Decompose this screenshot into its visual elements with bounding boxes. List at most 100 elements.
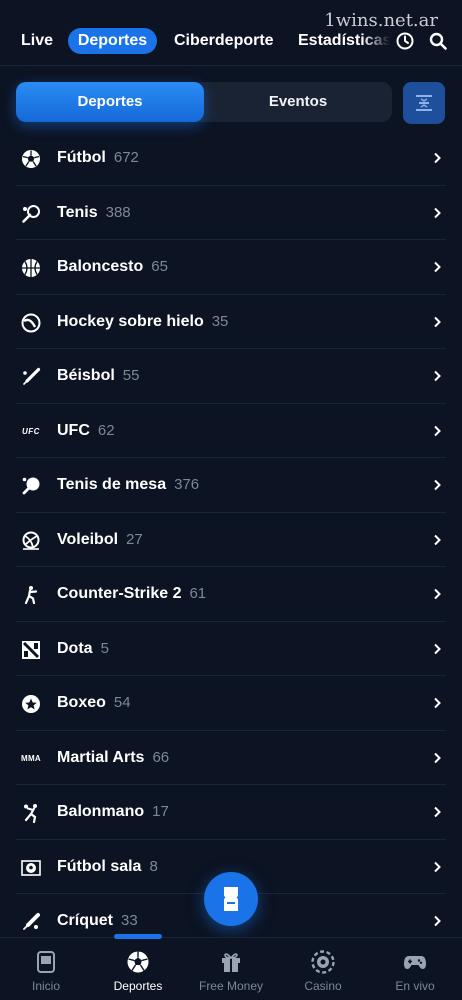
- sport-name: Béisbol 55: [57, 367, 140, 384]
- clock-icon[interactable]: [396, 32, 414, 50]
- sport-name: Martial Arts 66: [57, 748, 170, 766]
- home-phone-icon: [37, 951, 55, 973]
- nav-label: Casino: [304, 979, 342, 993]
- sport-count: 61: [189, 585, 207, 602]
- sport-count: 8: [149, 857, 158, 875]
- sport-name: Hockey sobre hielo 35: [57, 312, 229, 330]
- futsal-icon: [20, 857, 42, 879]
- sport-row-counter-strike[interactable]: Counter-Strike 2 61: [16, 567, 446, 622]
- nav-free-money[interactable]: Free Money: [185, 938, 277, 1000]
- nav-label: Inicio: [31, 979, 60, 993]
- chevron-right-icon: [434, 370, 441, 382]
- sport-name: Boxeo 54: [57, 694, 131, 711]
- hockey-puck-icon: [20, 312, 42, 334]
- segment-eventos[interactable]: Eventos: [204, 82, 392, 122]
- basketball-icon: [20, 257, 42, 279]
- baseball-bat-icon: [20, 366, 42, 388]
- chevron-right-icon: [434, 316, 441, 327]
- tab-estadisticas[interactable]: Estadísticas: [298, 28, 390, 54]
- sport-name: Fútbol sala 8: [57, 857, 158, 875]
- sport-row-baloncesto[interactable]: Baloncesto 65: [16, 240, 446, 295]
- bet-slip-button[interactable]: [204, 872, 258, 926]
- gift-icon: [222, 953, 240, 972]
- sport-row-tenis[interactable]: Tenis 388: [16, 186, 446, 240]
- tab-live[interactable]: Live: [21, 28, 53, 54]
- tab-ciberdeporte[interactable]: Ciberdeporte: [174, 28, 274, 54]
- sport-name: Voleibol 27: [57, 530, 143, 548]
- watermark: 1wins.net.ar: [324, 10, 438, 31]
- sport-count: 388: [105, 203, 131, 221]
- sport-name: Baloncesto 65: [57, 258, 168, 275]
- sport-count: 35: [211, 312, 229, 330]
- counter-strike-icon: [20, 584, 42, 606]
- nav-label: Free Money: [198, 979, 264, 993]
- sport-row-balonmano[interactable]: Balonmano 17: [16, 785, 446, 840]
- nav-inicio[interactable]: Inicio: [0, 938, 92, 1000]
- nav-casino[interactable]: Casino: [277, 938, 369, 1000]
- soccer-ball-icon: [20, 148, 42, 170]
- sport-row-martial-arts[interactable]: MMA Martial Arts 66: [16, 731, 446, 785]
- tab-deportes[interactable]: Deportes: [68, 28, 157, 54]
- boxing-star-icon: [20, 693, 42, 715]
- sport-name: Tenis de mesa 376: [57, 476, 200, 493]
- sports-list: Fútbol 672 Tenis 388 Baloncesto 65 Hockey s…: [16, 131, 446, 949]
- sport-count: 54: [113, 694, 131, 711]
- handball-icon: [20, 802, 42, 824]
- sport-count: 66: [152, 748, 170, 766]
- volleyball-icon: [20, 530, 42, 552]
- dota-logo-icon: [20, 639, 42, 661]
- casino-chip-icon: [311, 950, 335, 974]
- segment-deportes[interactable]: Deportes: [16, 82, 204, 122]
- ufc-logo-icon: UFC: [22, 427, 40, 436]
- sport-count: 672: [113, 149, 139, 166]
- search-icon[interactable]: [429, 32, 447, 50]
- collapse-icon: [416, 95, 432, 111]
- chevron-right-icon: [434, 643, 441, 654]
- sport-name: Tenis 388: [57, 203, 131, 221]
- sport-row-tenis-de-mesa[interactable]: Tenis de mesa 376: [16, 458, 446, 513]
- sport-name: Dota 5: [57, 639, 109, 657]
- sport-row-boxeo[interactable]: Boxeo 54: [16, 676, 446, 731]
- sport-row-beisbol[interactable]: Béisbol 55: [16, 349, 446, 404]
- mma-logo-icon: MMA: [20, 754, 41, 763]
- chevron-right-icon: [434, 697, 441, 709]
- sport-name: Críquet 33: [57, 912, 138, 929]
- bottom-navigation: Inicio Deportes Free Money Casino En viv…: [0, 934, 462, 1000]
- sport-row-futbol[interactable]: Fútbol 672: [16, 131, 446, 186]
- chevron-right-icon: [434, 861, 441, 872]
- nav-en-vivo[interactable]: En vivo: [369, 938, 461, 1000]
- chevron-right-icon: [434, 806, 441, 818]
- collapse-all-button[interactable]: [403, 82, 445, 124]
- sport-row-ufc[interactable]: UFC UFC 62: [16, 404, 446, 458]
- sport-row-dota[interactable]: Dota 5: [16, 622, 446, 676]
- sport-name: Counter-Strike 2 61: [57, 585, 207, 602]
- soccer-ball-icon: [127, 951, 149, 973]
- sports-events-switch: Deportes Eventos: [16, 82, 392, 122]
- chevron-right-icon: [434, 207, 441, 218]
- chevron-right-icon: [434, 261, 441, 273]
- sport-row-voleibol[interactable]: Voleibol 27: [16, 513, 446, 567]
- sport-count: 376: [174, 476, 200, 493]
- chevron-right-icon: [434, 479, 441, 491]
- sport-name: UFC 62: [57, 421, 115, 439]
- chevron-right-icon: [434, 915, 441, 927]
- sport-count: 17: [152, 803, 169, 820]
- chevron-right-icon: [434, 425, 441, 436]
- chevron-right-icon: [434, 152, 441, 164]
- cricket-bat-icon: [20, 911, 42, 933]
- sport-count: 33: [121, 912, 138, 929]
- ticket-icon: [224, 887, 238, 911]
- ping-pong-icon: [20, 475, 42, 497]
- sport-name: Fútbol 672: [57, 149, 139, 166]
- gamepad-icon: [404, 956, 426, 969]
- nav-deportes[interactable]: Deportes: [92, 938, 184, 1000]
- chevron-right-icon: [434, 534, 441, 545]
- sport-count: 65: [151, 258, 168, 275]
- sport-count: 55: [122, 367, 140, 384]
- sport-count: 5: [100, 639, 109, 657]
- sport-name: Balonmano 17: [57, 803, 169, 820]
- chevron-right-icon: [434, 588, 441, 600]
- sport-row-hockey[interactable]: Hockey sobre hielo 35: [16, 295, 446, 349]
- top-navigation: Live Deportes Ciberdeporte Estadísticas …: [0, 0, 462, 66]
- sport-count: 27: [126, 530, 143, 548]
